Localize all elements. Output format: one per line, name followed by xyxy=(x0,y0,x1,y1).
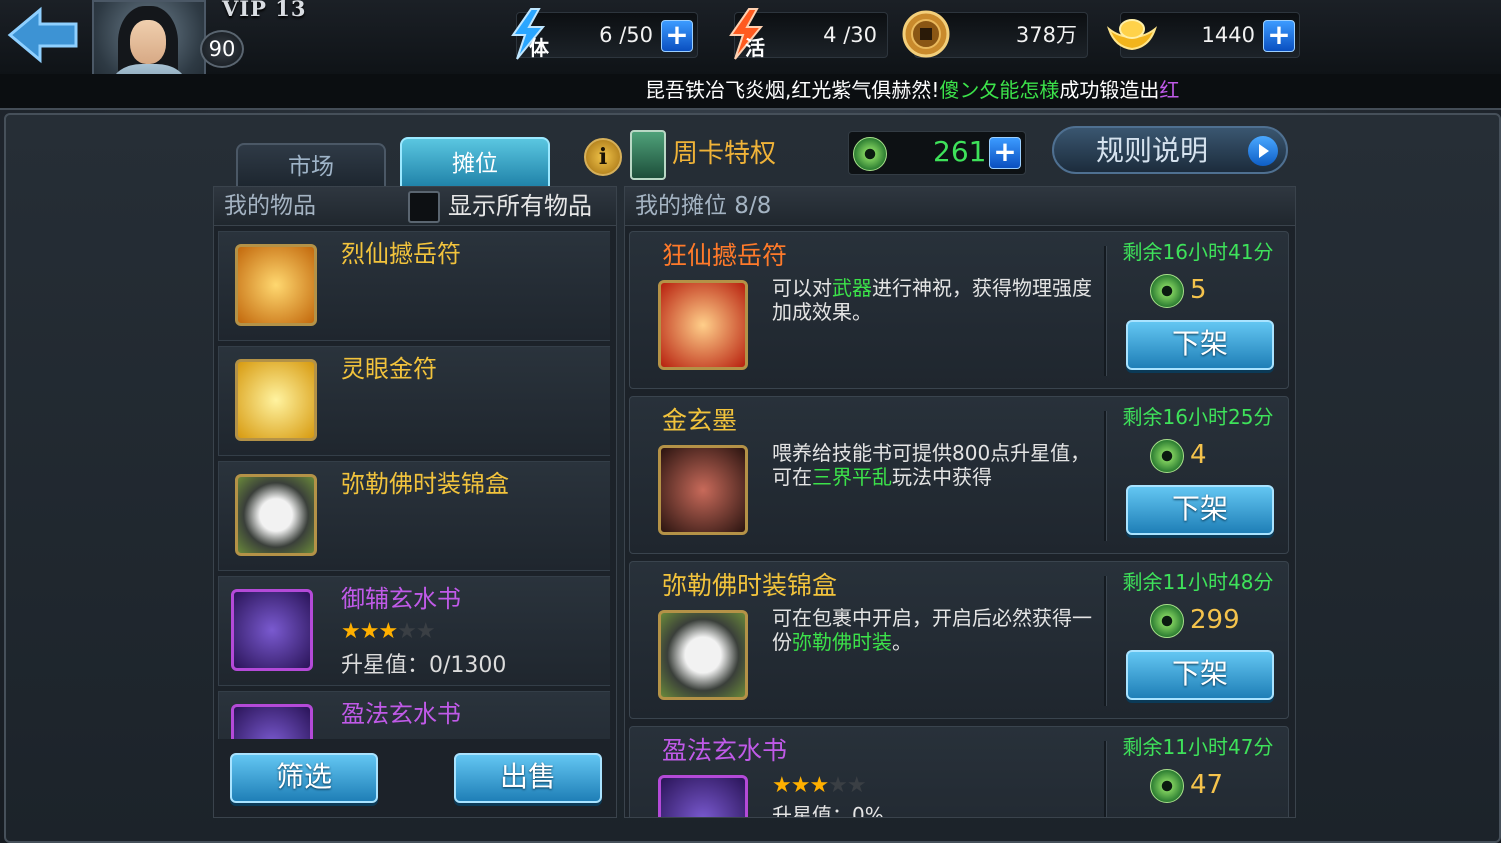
list-item[interactable]: 御辅玄水书 ★★★★★ 升星值：0/1300 xyxy=(218,576,610,686)
my-stall-header: 我的摊位 8/8 xyxy=(625,187,1295,226)
panda-costume-box-icon xyxy=(235,474,317,556)
jade-coin-icon xyxy=(1150,604,1184,638)
gold-talisman-icon xyxy=(235,359,317,441)
star-rating: ★★★★★ xyxy=(772,773,867,798)
stall-listing: 弥勒佛时装锦盒 可在包裹中开启，开启后必然获得一份弥勒佛时装。 剩余11小时48… xyxy=(629,561,1289,719)
my-items-header: 我的物品 显示所有物品 xyxy=(214,187,616,226)
stall-listing: 狂仙撼岳符 可以对武器进行神祝，获得物理强度加成效果。 剩余16小时41分 5 … xyxy=(629,231,1289,389)
stamina-value: 6 /50 xyxy=(599,23,653,47)
jade-coin-icon xyxy=(853,137,887,171)
my-items-list[interactable]: 烈仙撼岳符 灵眼金符 弥勒佛时装锦盒 御辅玄水书 ★★★★★ 升星值：0/130… xyxy=(218,231,610,739)
ink-stick-icon xyxy=(658,445,748,535)
upgrade-progress: 升星值：0/1300 xyxy=(341,653,507,678)
vitality-value: 4 /30 xyxy=(823,23,877,47)
sell-button[interactable]: 出售 xyxy=(454,753,602,803)
rules-button[interactable]: 规则说明 xyxy=(1052,126,1288,174)
jade-coin-icon xyxy=(1150,439,1184,473)
vitality-icon: 活 xyxy=(729,8,765,60)
skill-book-icon xyxy=(231,589,313,671)
copper-value: 378万 xyxy=(1015,23,1077,47)
my-stall-title: 我的摊位 8/8 xyxy=(635,193,772,219)
filter-button[interactable]: 筛选 xyxy=(230,753,378,803)
announcement-text: 昆吾铁冶飞炎烟,红光紫气俱赫然!傻ン夂能怎様成功锻造出红 xyxy=(645,78,1180,102)
jade-coin-icon xyxy=(1150,769,1184,803)
time-remaining: 剩余11小时48分 xyxy=(1122,570,1274,594)
back-arrow-icon[interactable] xyxy=(6,6,82,64)
skill-book-icon xyxy=(658,775,748,817)
week-card-label[interactable]: 周卡特权 xyxy=(672,136,776,172)
list-item[interactable]: 弥勒佛时装锦盒 xyxy=(218,461,610,571)
my-items-title: 我的物品 xyxy=(224,193,316,219)
panda-costume-box-icon xyxy=(658,610,748,700)
vitality-resource: 活 4 /30 xyxy=(729,8,888,60)
copper-resource: 378万 xyxy=(902,10,1088,58)
my-items-panel: 我的物品 显示所有物品 烈仙撼岳符 灵眼金符 弥勒佛时装锦盒 御辅玄水书 ★★★… xyxy=(213,186,617,818)
stamina-resource: 体 6 /50 + xyxy=(511,8,698,60)
player-level-badge: 90 xyxy=(200,30,244,68)
my-stall-panel: 我的摊位 8/8 狂仙撼岳符 可以对武器进行神祝，获得物理强度加成效果。 剩余1… xyxy=(624,186,1296,818)
price-value: 299 xyxy=(1190,605,1240,635)
delist-button[interactable]: 下架 xyxy=(1126,650,1274,700)
delist-button[interactable]: 下架 xyxy=(1126,485,1274,535)
jade-value: 261 xyxy=(933,135,987,168)
talisman-icon xyxy=(235,244,317,326)
item-description: 可以对武器进行神祝，获得物理强度加成效果。 xyxy=(772,276,1092,324)
ingot-value: 1440 xyxy=(1201,23,1255,47)
week-card-icon[interactable] xyxy=(630,130,666,180)
svg-text:体: 体 xyxy=(529,36,550,60)
show-all-checkbox[interactable] xyxy=(408,191,440,223)
list-item[interactable]: 灵眼金符 xyxy=(218,346,610,456)
ingot-plus-button[interactable]: + xyxy=(1263,20,1295,52)
stall-listing: 盈法玄水书 ★★★★★ 升星值：0% 剩余11小时47分 47 xyxy=(629,726,1289,817)
jade-plus-button[interactable]: + xyxy=(989,137,1021,169)
play-arrow-icon xyxy=(1248,136,1278,166)
item-description: 可在包裹中开启，开启后必然获得一份弥勒佛时装。 xyxy=(772,606,1092,654)
my-stall-list[interactable]: 狂仙撼岳符 可以对武器进行神祝，获得物理强度加成效果。 剩余16小时41分 5 … xyxy=(629,231,1291,817)
jade-coin-icon xyxy=(1150,274,1184,308)
stamina-icon: 体 xyxy=(511,8,550,60)
skill-book-icon xyxy=(231,704,313,739)
delist-button[interactable]: 下架 xyxy=(1126,320,1274,370)
stall-listing: 金玄墨 喂养给技能书可提供800点升星值，可在三界平乱玩法中获得 剩余16小时2… xyxy=(629,396,1289,554)
tab-stall[interactable]: 摊位 xyxy=(400,137,550,191)
item-description: 喂养给技能书可提供800点升星值，可在三界平乱玩法中获得 xyxy=(772,441,1091,489)
ingot-resource: 1440 + xyxy=(1106,12,1300,58)
time-remaining: 剩余16小时25分 xyxy=(1122,405,1274,429)
list-item[interactable]: 烈仙撼岳符 xyxy=(218,231,610,341)
talisman-icon xyxy=(658,280,748,370)
vip-level: VIP 13 xyxy=(222,0,307,21)
copper-coin-icon xyxy=(902,10,950,58)
gold-ingot-icon xyxy=(1106,19,1158,51)
show-all-label[interactable]: 显示所有物品 xyxy=(448,187,592,225)
price-value: 47 xyxy=(1190,770,1224,800)
price-value: 4 xyxy=(1190,440,1207,470)
stamina-plus-button[interactable]: + xyxy=(661,20,693,52)
jade-currency: 261 + xyxy=(848,131,1026,175)
star-rating: ★★★★★ xyxy=(341,619,436,644)
info-icon[interactable]: i xyxy=(584,138,622,176)
list-item[interactable]: 盈法玄水书 xyxy=(218,691,610,739)
price-value: 5 xyxy=(1190,275,1207,305)
tab-market[interactable]: 市场 xyxy=(236,143,386,191)
time-remaining: 剩余11小时47分 xyxy=(1122,735,1274,759)
item-description: 升星值：0% xyxy=(772,803,884,817)
time-remaining: 剩余16小时41分 xyxy=(1122,240,1274,264)
svg-text:活: 活 xyxy=(745,36,765,60)
